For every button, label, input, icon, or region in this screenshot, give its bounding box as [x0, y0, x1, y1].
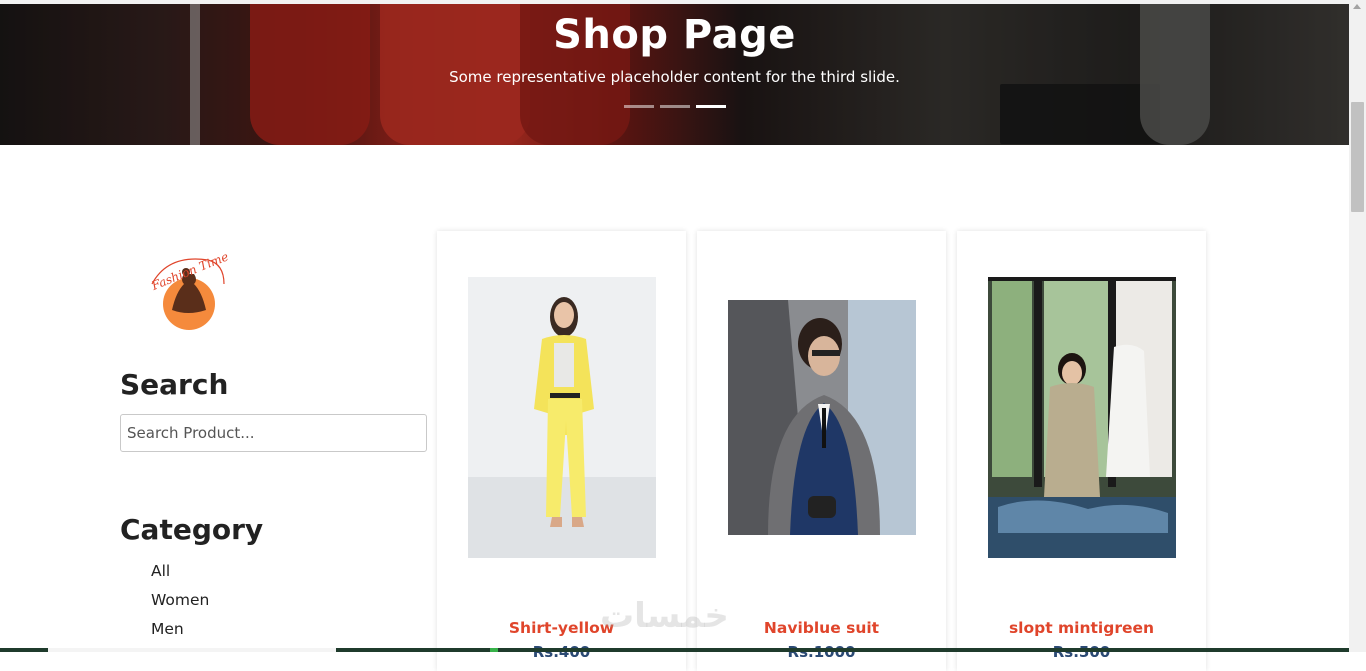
carousel-indicator-3[interactable] — [696, 105, 726, 108]
product-name[interactable]: slopt mintigreen — [957, 619, 1206, 637]
carousel-indicators — [624, 105, 726, 108]
category-heading: Category — [120, 513, 264, 546]
taskbar-app-icon[interactable] — [490, 648, 498, 652]
carousel-indicator-2[interactable] — [660, 105, 690, 108]
hero-carousel[interactable]: Shop Page Some representative placeholde… — [0, 4, 1349, 145]
search-heading: Search — [120, 368, 229, 401]
scroll-thumb[interactable] — [1351, 102, 1364, 212]
hero-subtitle: Some representative placeholder content … — [449, 68, 900, 86]
carousel-indicator-1[interactable] — [624, 105, 654, 108]
category-list: All Women Men — [151, 561, 209, 648]
category-item-women[interactable]: Women — [151, 590, 209, 619]
product-image[interactable] — [988, 277, 1176, 558]
search-input[interactable] — [120, 414, 427, 452]
product-name[interactable]: Naviblue suit — [697, 619, 946, 637]
hero-title: Shop Page — [553, 12, 796, 58]
category-item-men[interactable]: Men — [151, 619, 209, 648]
watermark: خمسات — [600, 596, 729, 636]
product-price: Rs.400 — [532, 643, 591, 661]
page-scrollbar[interactable] — [1349, 0, 1366, 652]
product-image[interactable] — [728, 300, 916, 535]
category-item-all[interactable]: All — [151, 561, 209, 590]
product-card[interactable]: Naviblue suit Rs.1000 — [697, 231, 946, 671]
product-price: Rs.500 — [1052, 643, 1111, 661]
product-image[interactable] — [468, 277, 656, 558]
os-taskbar — [0, 648, 1349, 652]
taskbar-segment — [48, 648, 336, 652]
fashion-time-logo[interactable]: Fashion Time — [148, 250, 228, 334]
product-card[interactable]: slopt mintigreen Rs.500 — [957, 231, 1206, 671]
scroll-up-arrow-icon[interactable] — [1353, 4, 1361, 9]
product-price: Rs.1000 — [787, 643, 856, 661]
